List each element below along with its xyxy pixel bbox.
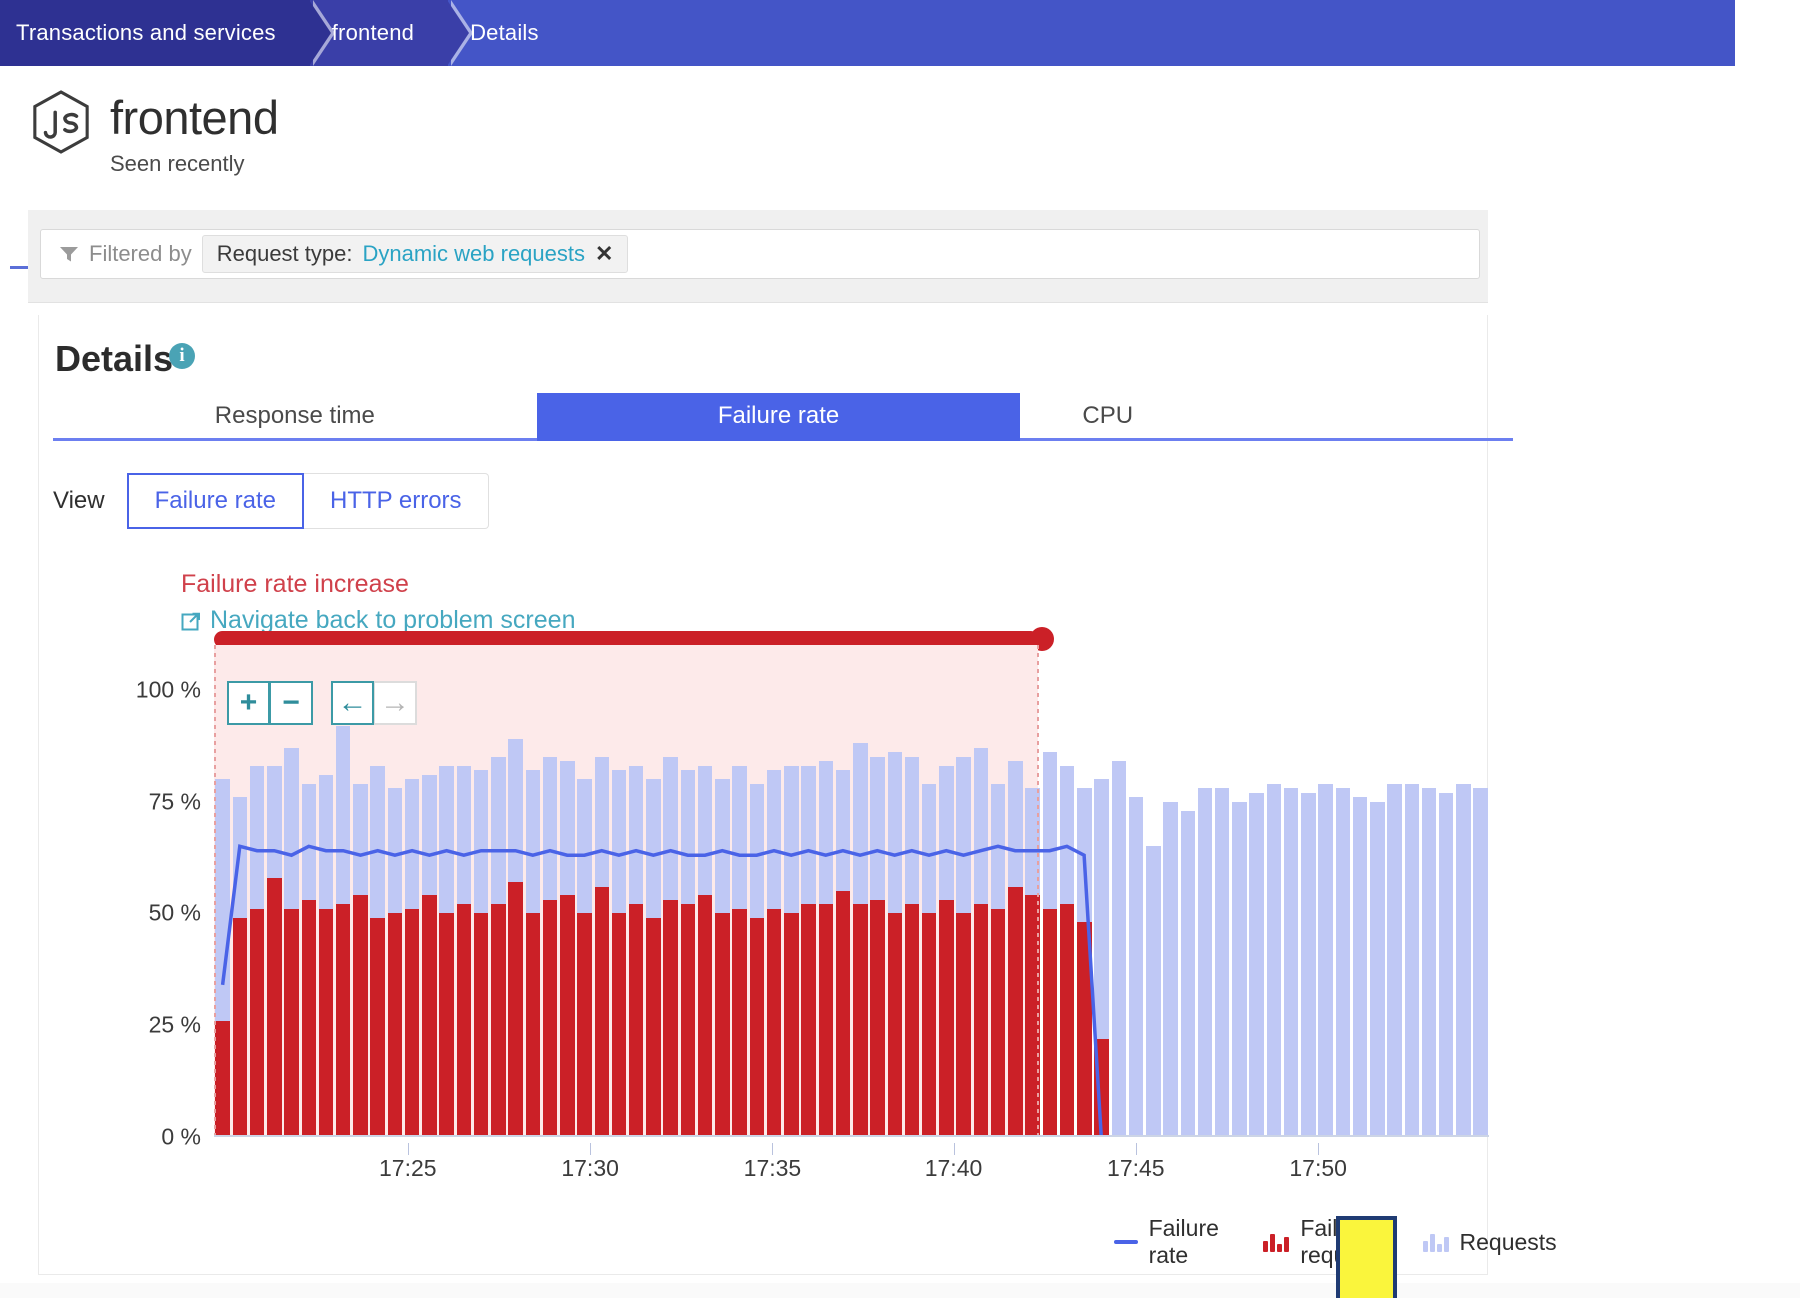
y-axis-tick-label: 0 % xyxy=(161,1124,201,1151)
tab-cpu[interactable]: CPU xyxy=(1020,393,1513,441)
x-axis-tick xyxy=(408,1143,409,1155)
tab-label: Response time xyxy=(215,402,375,430)
view-option-label: HTTP errors xyxy=(330,487,462,515)
x-axis-tick-label: 17:35 xyxy=(744,1155,802,1182)
legend-label: Failure rate xyxy=(1149,1215,1230,1269)
breadcrumb-label: Details xyxy=(470,20,539,46)
failure-rate-chart: 0 % 25 % 50 % 75 % 100 % + − ← → xyxy=(39,645,1489,1275)
pan-right-button[interactable]: → xyxy=(374,681,417,725)
yellow-down-arrow-icon xyxy=(1294,1215,1439,1298)
problem-region-start-border xyxy=(214,645,216,1137)
filter-bar: Filtered by Request type: Dynamic web re… xyxy=(28,210,1488,303)
pan-group: ← → xyxy=(331,681,417,725)
info-icon[interactable]: i xyxy=(169,343,195,369)
x-axis-tick xyxy=(1136,1143,1137,1155)
x-axis-tick xyxy=(954,1143,955,1155)
filter-chip-value: Dynamic web requests xyxy=(362,241,585,267)
details-heading: Details xyxy=(55,338,173,380)
filter-chip[interactable]: Request type: Dynamic web requests ✕ xyxy=(202,235,629,273)
breadcrumb-label: Transactions and services xyxy=(16,20,276,46)
tab-label: CPU xyxy=(1082,402,1133,430)
view-toggle-row: View Failure rate HTTP errors xyxy=(53,473,489,529)
zoom-group: + − xyxy=(227,681,313,725)
chart-zoom-controls: + − ← → xyxy=(227,681,417,725)
legend-item-failure-rate[interactable]: Failure rate xyxy=(1114,1215,1229,1269)
x-axis-tick xyxy=(1318,1143,1319,1155)
x-axis-tick xyxy=(590,1143,591,1155)
filter-chip-key: Request type: xyxy=(217,241,353,267)
page-bottom-strip xyxy=(0,1283,1800,1298)
zoom-out-button[interactable]: − xyxy=(270,681,313,725)
breadcrumb-item-transactions[interactable]: Transactions and services xyxy=(0,0,310,66)
y-axis-tick-label: 50 % xyxy=(149,900,201,927)
x-axis-tick-label: 17:40 xyxy=(925,1155,983,1182)
tab-label: Failure rate xyxy=(718,402,839,430)
y-axis-tick-label: 75 % xyxy=(149,788,201,815)
x-axis-tick-label: 17:30 xyxy=(561,1155,619,1182)
problem-region-end-border xyxy=(1037,645,1039,1137)
legend-bars-icon xyxy=(1263,1232,1289,1252)
funnel-icon xyxy=(59,245,79,263)
x-axis-tick-label: 17:50 xyxy=(1289,1155,1347,1182)
page-header: frontend Seen recently xyxy=(0,66,1735,234)
view-option-label: Failure rate xyxy=(155,487,276,515)
y-axis-tick-label: 100 % xyxy=(136,676,201,703)
y-axis: 0 %25 %50 %75 %100 % xyxy=(109,645,201,1145)
details-tabs: Response time Failure rate CPU xyxy=(53,393,1513,441)
legend-line-icon xyxy=(1114,1240,1138,1244)
view-segmented-control: Failure rate HTTP errors xyxy=(127,473,489,529)
x-axis: 17:25 17:30 17:35 17:40 17:45 17:50 xyxy=(214,1155,1489,1195)
x-axis-tick xyxy=(772,1143,773,1155)
page-subtitle: Seen recently xyxy=(110,151,245,177)
legend-item-requests[interactable]: Requests xyxy=(1423,1229,1557,1256)
pan-left-button[interactable]: ← xyxy=(331,681,374,725)
view-option-failure-rate[interactable]: Failure rate xyxy=(127,473,304,529)
zoom-in-button[interactable]: + xyxy=(227,681,270,725)
js-logo-icon xyxy=(30,89,92,155)
y-axis-tick-label: 25 % xyxy=(149,1012,201,1039)
legend-label: Requests xyxy=(1460,1229,1557,1256)
breadcrumb-label: frontend xyxy=(332,20,414,46)
x-axis-tick-label: 17:25 xyxy=(379,1155,437,1182)
problem-annotation-title: Failure rate increase xyxy=(181,570,409,599)
details-card: Details i Response time Failure rate CPU… xyxy=(38,315,1488,1275)
page-title: frontend xyxy=(110,90,278,145)
filtered-by-label: Filtered by xyxy=(89,241,192,267)
view-label: View xyxy=(53,487,105,515)
page-right-margin xyxy=(1735,0,1800,1298)
breadcrumb: Transactions and services frontend Detai… xyxy=(0,0,1735,66)
filter-input[interactable]: Filtered by Request type: Dynamic web re… xyxy=(40,229,1480,279)
close-icon[interactable]: ✕ xyxy=(595,241,613,267)
x-axis-line xyxy=(214,1135,1489,1137)
tab-response-time[interactable]: Response time xyxy=(53,393,537,441)
x-axis-tick-label: 17:45 xyxy=(1107,1155,1165,1182)
tab-failure-rate[interactable]: Failure rate xyxy=(537,393,1021,441)
external-link-icon xyxy=(181,611,201,631)
view-option-http-errors[interactable]: HTTP errors xyxy=(304,473,489,529)
